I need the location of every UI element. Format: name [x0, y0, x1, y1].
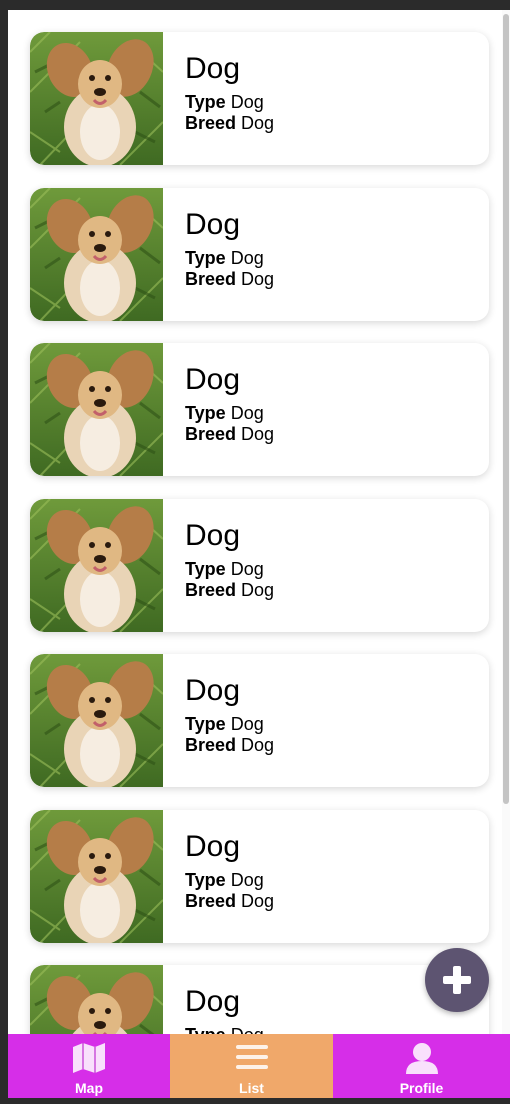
- person-icon: [405, 1042, 439, 1079]
- type-label: Type: [185, 247, 226, 268]
- pet-card[interactable]: DogType DogBreed Dog: [30, 654, 489, 787]
- breed-value: Dog: [241, 113, 275, 133]
- breed-value: Dog: [241, 268, 275, 289]
- pet-photo: [30, 498, 163, 632]
- breed-value: Dog: [241, 424, 275, 444]
- type-label: Type: [185, 558, 226, 579]
- type-value: Dog: [230, 247, 264, 268]
- breed-value: Dog: [241, 890, 275, 911]
- pet-card[interactable]: DogType DogBreed Dog: [30, 965, 489, 1034]
- pet-photo: [30, 654, 163, 787]
- pet-breed: Breed Dog: [185, 735, 274, 756]
- pet-name: Dog: [185, 985, 241, 1018]
- type-value: Dog: [231, 1025, 264, 1034]
- pet-photo: [30, 965, 163, 1034]
- scrollbar-thumb[interactable]: [503, 14, 509, 804]
- pet-breed: Breed Dog: [185, 580, 274, 601]
- bottom-strip: [0, 1098, 510, 1104]
- breed-label: Breed: [185, 113, 237, 133]
- top-bar: [0, 0, 510, 10]
- add-pet-button[interactable]: [425, 948, 489, 1012]
- pet-name: Dog: [185, 363, 241, 396]
- type-value: Dog: [230, 869, 264, 890]
- pet-breed: Breed Dog: [185, 113, 274, 134]
- pet-card[interactable]: DogType DogBreed Dog: [30, 498, 489, 632]
- pet-type: Type Dog: [185, 248, 264, 269]
- type-label: Type: [185, 92, 226, 112]
- tab-map[interactable]: Map: [8, 1034, 170, 1098]
- pet-type: Type Dog: [185, 92, 264, 113]
- type-label: Type: [185, 714, 226, 734]
- breed-value: Dog: [241, 735, 275, 755]
- pet-name: Dog: [185, 207, 241, 241]
- pet-name: Dog: [185, 829, 241, 863]
- type-label: Type: [185, 1025, 226, 1034]
- pet-breed: Breed Dog: [185, 891, 274, 912]
- pet-type: Type Dog: [185, 1025, 264, 1034]
- breed-label: Breed: [185, 579, 237, 600]
- type-value: Dog: [230, 92, 264, 112]
- scrollbar[interactable]: [502, 10, 510, 1034]
- breed-label: Breed: [185, 268, 237, 289]
- pet-breed: Breed Dog: [185, 424, 274, 445]
- pet-breed: Breed Dog: [185, 269, 274, 290]
- type-value: Dog: [230, 714, 264, 734]
- pet-card[interactable]: DogType DogBreed Dog: [30, 187, 489, 321]
- tab-profile[interactable]: Profile: [333, 1034, 510, 1098]
- pet-name: Dog: [185, 518, 241, 552]
- pet-name: Dog: [185, 52, 241, 85]
- tab-label: List: [239, 1080, 264, 1096]
- type-value: Dog: [230, 558, 264, 579]
- pet-photo: [30, 809, 163, 943]
- breed-label: Breed: [185, 735, 237, 755]
- map-icon: [72, 1042, 106, 1079]
- pet-photo: [30, 187, 163, 321]
- breed-value: Dog: [241, 579, 275, 600]
- list-icon: [235, 1042, 269, 1077]
- tab-list[interactable]: List: [170, 1034, 333, 1098]
- pet-type: Type Dog: [185, 403, 264, 424]
- pet-card[interactable]: DogType DogBreed Dog: [30, 32, 489, 165]
- pet-photo: [30, 32, 163, 165]
- breed-label: Breed: [185, 424, 237, 444]
- breed-label: Breed: [185, 890, 237, 911]
- pet-list-viewport[interactable]: Dog Type Dog Breed Dog Dog Type Dog Breed Dog…: [8, 10, 510, 1034]
- bottom-tab-bar: Map List Profile: [8, 1034, 510, 1098]
- type-label: Type: [185, 869, 226, 890]
- type-value: Dog: [230, 403, 264, 423]
- tab-label: Map: [75, 1080, 103, 1096]
- tab-label: Profile: [399, 1080, 444, 1096]
- pet-name: Dog: [185, 674, 241, 707]
- pet-photo: [30, 343, 163, 476]
- pet-type: Type Dog: [185, 870, 264, 891]
- type-label: Type: [185, 403, 226, 423]
- pet-card[interactable]: DogType DogBreed Dog: [30, 343, 489, 476]
- pet-type: Type Dog: [185, 559, 264, 580]
- pet-type: Type Dog: [185, 714, 264, 735]
- pet-card[interactable]: DogType DogBreed Dog: [30, 809, 489, 943]
